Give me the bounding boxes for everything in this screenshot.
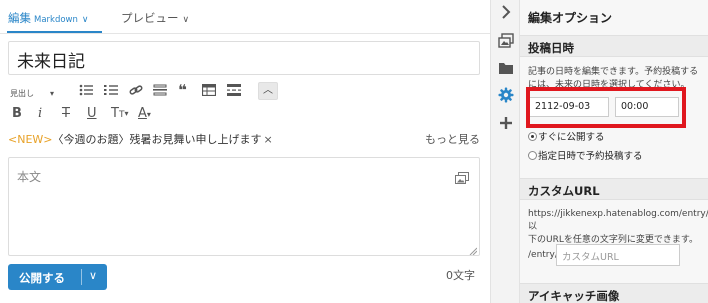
editor-mode-tabs: 編集 Markdown ∨ プレビュー ∨: [0, 0, 490, 34]
font-size-button[interactable]: TT▾: [111, 106, 128, 123]
character-count: 0文字: [446, 269, 475, 282]
plus-icon[interactable]: [498, 115, 514, 131]
caret-down-icon: ▾: [50, 89, 55, 98]
post-date-desc-line2: には、未来の日時を選択してください。: [528, 80, 690, 90]
quote-icon[interactable]: ❝: [178, 82, 187, 98]
tab-preview[interactable]: プレビュー ∨: [121, 10, 189, 26]
bold-button[interactable]: B: [12, 106, 22, 122]
image-insert-icon[interactable]: [455, 172, 469, 184]
more-topics-link[interactable]: もっと見る: [425, 131, 480, 147]
font-size-large-label: T: [111, 106, 119, 121]
topic-link[interactable]: 〈今週のお題〉残暑お見舞い申し上げます: [53, 133, 262, 146]
sidebar-icon-rail: [490, 0, 520, 303]
numbered-list-icon[interactable]: [104, 84, 118, 96]
post-date-description: 記事の日時を編集できます。予約投稿する には、未来の日時を選択してください。: [528, 66, 706, 92]
chevron-down-icon[interactable]: ∨: [89, 269, 97, 282]
post-time-input[interactable]: 00:00: [615, 97, 679, 117]
underline-button[interactable]: U: [87, 106, 97, 122]
post-date-section-header[interactable]: 投稿日時: [520, 35, 708, 57]
chevron-down-icon: ∨: [81, 15, 89, 25]
custom-url-desc-line1: https://jikkenexp.hatenablog.com/entry/以: [528, 209, 708, 232]
custom-url-description: https://jikkenexp.hatenablog.com/entry/以…: [528, 208, 708, 247]
folder-icon[interactable]: [498, 60, 514, 76]
caret-down-icon: ▾: [146, 110, 151, 119]
more-separator-icon[interactable]: [227, 84, 241, 96]
custom-url-input[interactable]: カスタムURL: [556, 244, 680, 266]
radio-unselected-icon[interactable]: [528, 151, 537, 160]
strikethrough-button[interactable]: T: [62, 106, 70, 122]
link-icon[interactable]: [129, 84, 143, 96]
active-tab-indicator: [7, 31, 102, 33]
radio-selected-icon[interactable]: [528, 132, 537, 141]
publish-button[interactable]: 公開する ∨: [8, 264, 107, 290]
radio-publish-now[interactable]: すぐに公開する: [528, 129, 605, 143]
body-placeholder: 本文: [17, 170, 42, 184]
chevron-right-icon[interactable]: [498, 4, 514, 20]
images-icon[interactable]: [498, 33, 514, 49]
gear-icon[interactable]: [498, 87, 514, 103]
horizontal-rule-icon[interactable]: [153, 84, 167, 96]
tab-edit-sub: Markdown: [34, 15, 78, 25]
body-textarea[interactable]: 本文: [8, 157, 480, 256]
tab-edit-label: 編集: [8, 11, 31, 25]
caret-down-icon: ▾: [124, 109, 129, 118]
text-color-button[interactable]: A▾: [138, 106, 151, 123]
custom-url-section-header[interactable]: カスタムURL: [520, 178, 708, 200]
chevron-down-icon: ∨: [182, 15, 190, 25]
italic-button[interactable]: i: [38, 106, 42, 122]
post-date-input[interactable]: 2112-09-03: [529, 97, 609, 117]
radio-scheduled-label: 指定日時で予約投稿する: [538, 151, 643, 162]
heading-select-label: 見出し: [10, 89, 34, 98]
panel-title: 編集オプション: [528, 11, 613, 25]
radio-publish-now-label: すぐに公開する: [538, 132, 605, 143]
table-icon[interactable]: [202, 84, 216, 96]
custom-url-prefix: /entry/: [528, 250, 558, 260]
bullet-list-icon[interactable]: [79, 84, 93, 96]
tab-edit-markdown[interactable]: 編集 Markdown ∨: [8, 10, 89, 26]
post-date-desc-line1: 記事の日時を編集できます。予約投稿する: [528, 67, 699, 77]
radio-scheduled-publish[interactable]: 指定日時で予約投稿する: [528, 148, 643, 162]
close-icon[interactable]: ×: [264, 133, 273, 146]
text-color-label: A: [138, 106, 147, 121]
tab-preview-label: プレビュー: [121, 11, 179, 25]
eyecatch-section-header[interactable]: アイキャッチ画像: [520, 283, 708, 303]
resize-handle-icon[interactable]: [469, 245, 478, 256]
weekly-topic-row: <NEW>〈今週のお題〉残暑お見舞い申し上げます × もっと見る: [8, 131, 480, 149]
publish-button-label: 公開する: [19, 271, 65, 285]
editor-area: 編集 Markdown ∨ プレビュー ∨ 未来日記 見出し ▾ ❝ ︿ B i T U…: [0, 0, 490, 303]
publish-button-divider: [81, 269, 82, 285]
collapse-toolbar-button[interactable]: ︿: [258, 82, 278, 100]
edit-options-panel: 編集オプション 投稿日時 記事の日時を編集できます。予約投稿する には、未来の日…: [520, 0, 708, 303]
title-input[interactable]: 未来日記: [8, 41, 480, 75]
heading-select[interactable]: 見出し ▾: [10, 86, 70, 100]
topic-new-badge: <NEW>: [8, 133, 53, 146]
